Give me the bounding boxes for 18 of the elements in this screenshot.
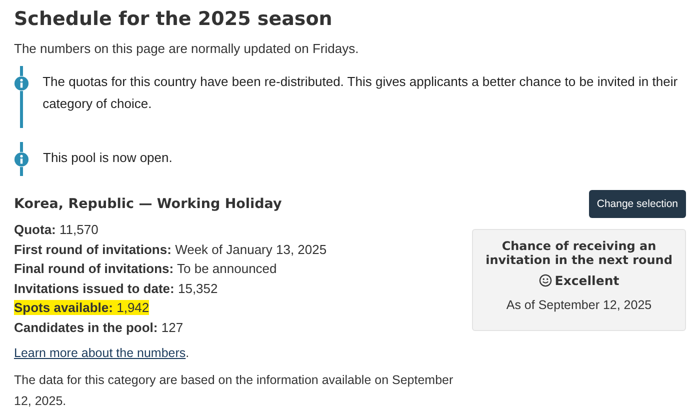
- stat-line: Quota: 11,570: [14, 222, 98, 237]
- change-selection-button[interactable]: Change selection: [588, 190, 686, 218]
- chance-title: Chance of receiving an invitation in the next round: [484, 239, 674, 267]
- data-note: The data for this category are based on the information available on September 12, 2025.: [14, 372, 454, 410]
- smiley-icon: [538, 274, 552, 287]
- stat-line: First round of invitations: Week of January 13, 2025: [14, 242, 327, 256]
- subtitle: The numbers on this page are normally updated on Fridays.: [14, 40, 360, 58]
- learn-more-link[interactable]: Learn more about the numbers: [14, 346, 186, 360]
- stat-line: Invitations issued to date: 15,352: [14, 280, 218, 296]
- stat-line: Final round of invitations: To be announced: [14, 261, 277, 276]
- category-heading: Korea, Republic — Working Holiday: [14, 195, 283, 214]
- learn-more-line: Learn more about the numbers.: [14, 345, 190, 362]
- alert-text: The quotas for this country have been re-distributed. This gives applicants a better chance to be invited in their category of choice.: [42, 73, 679, 113]
- alert-text: This pool is now open.: [43, 149, 172, 167]
- stat-line: Candidates in the pool: 127: [14, 320, 184, 334]
- page-title: Schedule for the 2025 season: [14, 7, 334, 32]
- chance-rating: Excellent: [554, 273, 620, 288]
- chance-date: As of September 12, 2025: [506, 298, 652, 312]
